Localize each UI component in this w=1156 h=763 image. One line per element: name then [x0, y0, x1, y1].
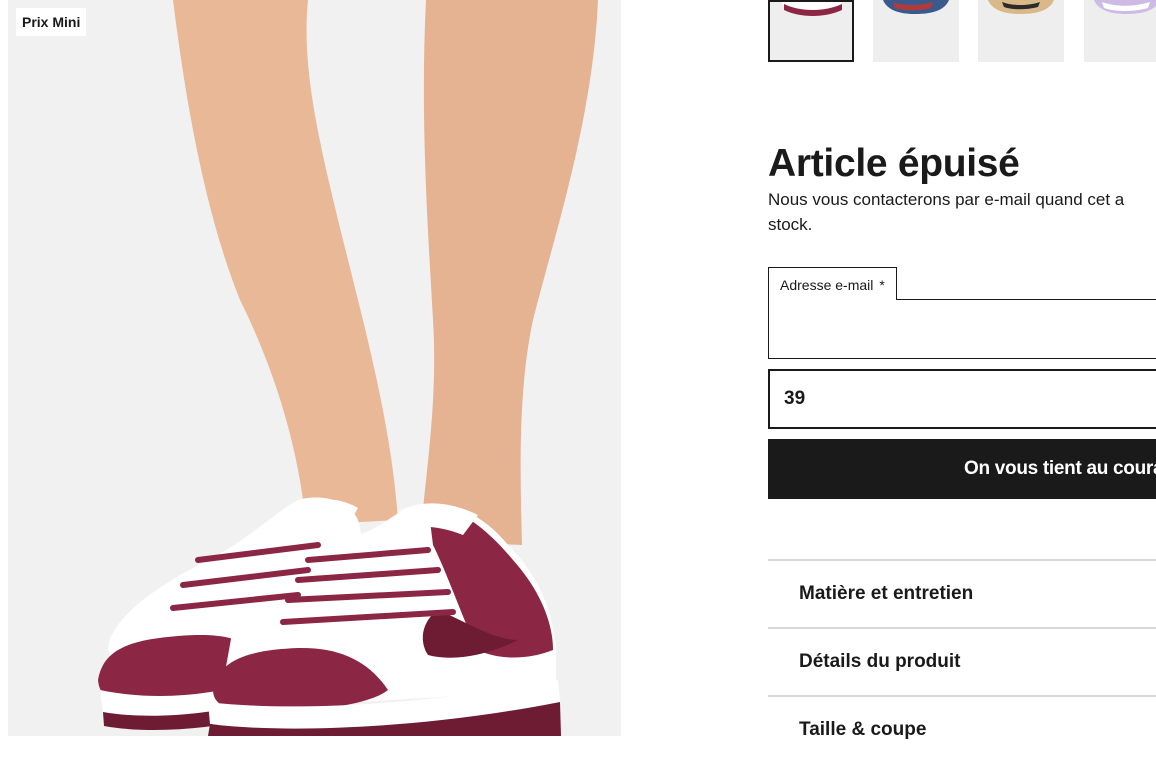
accordion-label: Détails du produit: [799, 651, 961, 672]
accordion-item-taille-coupe[interactable]: Taille & coupe: [768, 697, 1156, 763]
product-photo: [98, 0, 598, 736]
accordion-label: Matière et entretien: [799, 583, 974, 604]
size-select[interactable]: 39: [768, 369, 1156, 429]
product-image[interactable]: Prix Mini: [8, 0, 621, 736]
color-thumbnail-multicolore[interactable]: [873, 0, 959, 62]
accordion-item-matiere-entretien[interactable]: Matière et entretien: [768, 561, 1156, 627]
sneaker-thumbnail-image: [1094, 0, 1156, 14]
accordion-item-details-produit[interactable]: Détails du produit: [768, 629, 1156, 695]
color-thumbnail-bordeaux[interactable]: [768, 0, 854, 62]
out-of-stock-title: Article épuisé: [768, 142, 1020, 185]
color-thumbnail-beige[interactable]: [978, 0, 1064, 62]
notification-message: Nous vous contacterons par e-mail quand …: [768, 190, 1125, 234]
color-thumbnail-lilas[interactable]: [1084, 0, 1156, 62]
promo-badge: Prix Mini: [16, 8, 87, 36]
notify-me-button[interactable]: On vous tient au courant: [768, 439, 1156, 499]
email-field[interactable]: [768, 299, 1156, 359]
sneaker-thumbnail-image: [782, 2, 842, 16]
email-field-label: Adresse e-mail *: [768, 267, 897, 300]
accordion-label: Taille & coupe: [799, 719, 927, 740]
sneaker-thumbnail-image: [988, 0, 1054, 14]
required-asterisk: *: [879, 277, 885, 293]
email-label-text: Adresse e-mail: [780, 277, 874, 293]
size-select-value: 39: [784, 388, 806, 409]
sneaker-thumbnail-image: [883, 0, 949, 14]
